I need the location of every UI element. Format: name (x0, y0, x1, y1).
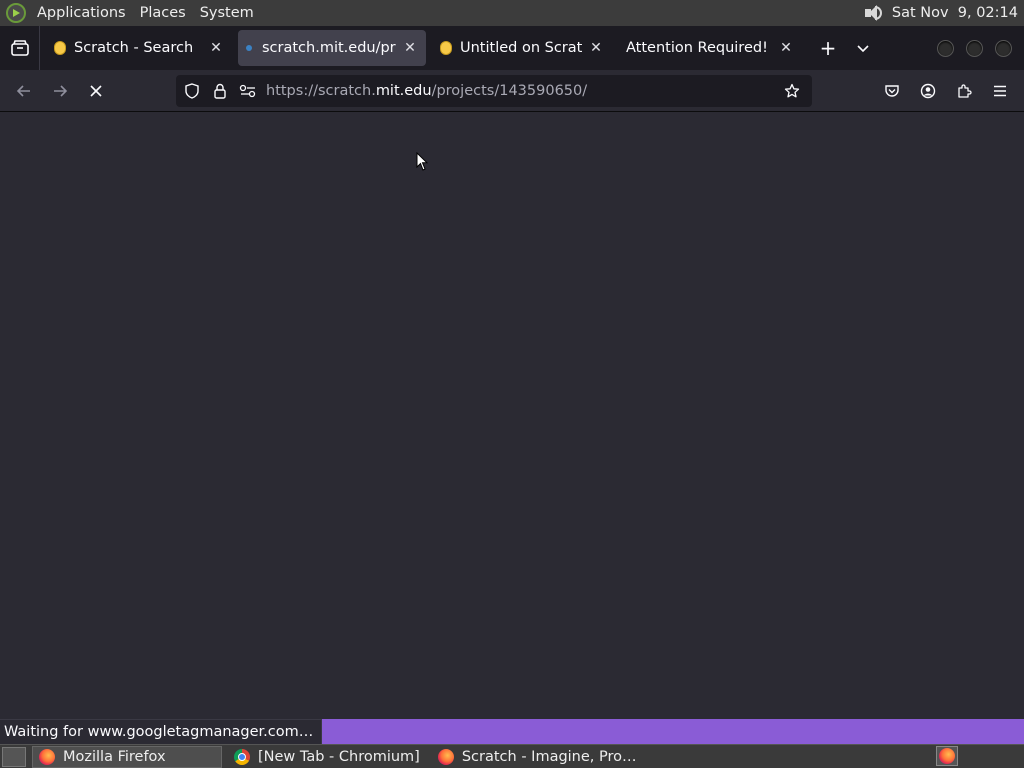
scratch-favicon-icon (440, 41, 452, 55)
scratch-favicon-icon (54, 41, 66, 55)
close-tab-icon[interactable]: ✕ (402, 40, 418, 56)
taskbar-item-label: Scratch - Imagine, Pro… (461, 748, 637, 765)
taskbar-item-label: Mozilla Firefox (63, 748, 166, 765)
status-message: Waiting for www.googletagmanager.com… (0, 719, 322, 744)
close-tab-icon[interactable]: ✕ (588, 40, 604, 56)
show-desktop-button[interactable] (2, 746, 26, 767)
places-menu[interactable]: Places (137, 5, 189, 21)
tracking-protection-shield-icon[interactable] (178, 83, 206, 99)
top-panel: Applications Places System Sat Nov 9, 02… (0, 0, 1024, 26)
stop-icon (90, 84, 102, 97)
clock[interactable]: Sat Nov 9, 02:14 (892, 5, 1018, 21)
pocket-icon (885, 85, 899, 97)
lock-icon[interactable] (206, 83, 234, 99)
account-button[interactable] (910, 75, 946, 107)
close-tab-icon[interactable]: ✕ (778, 40, 794, 56)
app-menu-button[interactable] (982, 75, 1018, 107)
window-controls (937, 39, 1024, 57)
tab-attention-required[interactable]: Attention Required! | Cl ✕ (618, 30, 802, 66)
firefox-icon (437, 748, 454, 765)
permissions-icon[interactable] (234, 84, 262, 98)
status-bar: Waiting for www.googletagmanager.com… (0, 719, 1024, 744)
back-arrow-icon (16, 84, 30, 97)
distro-logo-icon[interactable] (6, 3, 26, 23)
system-menu[interactable]: System (197, 5, 257, 21)
taskbar-item-scratch[interactable]: Scratch - Imagine, Pro… (432, 746, 643, 768)
firefox-view-button[interactable] (0, 26, 40, 70)
tab-title: Untitled on Scratch (460, 40, 582, 56)
url-prefix: https://scratch. (266, 83, 376, 99)
stop-loading-button[interactable] (78, 75, 114, 107)
loading-icon (246, 45, 252, 51)
maximize-button[interactable] (966, 39, 983, 57)
tab-strip: Scratch - Search ✕ scratch.mit.edu/proj … (0, 26, 1024, 70)
tray-firefox-launcher[interactable] (936, 746, 958, 766)
nav-toolbar: https://scratch.mit.edu/projects/1435906… (0, 70, 1024, 112)
back-button[interactable] (6, 75, 42, 107)
taskbar-item-firefox[interactable]: Mozilla Firefox (32, 745, 222, 768)
close-tab-icon[interactable]: ✕ (208, 40, 224, 56)
taskbar-item-chromium[interactable]: [New Tab - Chromium] (228, 746, 426, 768)
page-content[interactable] (0, 112, 1024, 719)
bookmark-star-icon[interactable] (778, 83, 806, 99)
chromium-icon (234, 748, 250, 765)
url-suffix: /projects/143590650/ (431, 83, 588, 99)
taskbar: Mozilla Firefox [New Tab - Chromium] Scr… (0, 744, 1024, 768)
tab-title: scratch.mit.edu/proj (262, 40, 396, 56)
firefox-icon (939, 748, 955, 764)
firefox-view-icon (10, 40, 29, 56)
forward-button[interactable] (42, 75, 78, 107)
volume-icon[interactable] (862, 3, 884, 23)
new-tab-button[interactable]: + (816, 36, 840, 60)
extensions-button[interactable] (946, 75, 982, 107)
toolbar-right (874, 70, 1024, 112)
url-text[interactable]: https://scratch.mit.edu/projects/1435906… (266, 83, 587, 99)
hamburger-menu-icon (994, 85, 1006, 97)
pocket-button[interactable] (874, 75, 910, 107)
list-all-tabs-icon[interactable] (856, 41, 870, 55)
tab-scratch-project[interactable]: scratch.mit.edu/proj ✕ (238, 30, 426, 66)
address-bar[interactable]: https://scratch.mit.edu/projects/1435906… (176, 75, 812, 107)
tab-title: Scratch - Search (74, 40, 194, 56)
puzzle-icon (958, 84, 972, 98)
minimize-button[interactable] (937, 39, 954, 57)
close-window-button[interactable] (995, 39, 1012, 57)
tab-untitled-scratch[interactable]: Untitled on Scratch ✕ (432, 30, 612, 66)
forward-arrow-icon (54, 84, 68, 97)
url-host: mit.edu (375, 83, 432, 99)
mouse-cursor-icon (416, 152, 428, 171)
applications-menu[interactable]: Applications (34, 5, 129, 21)
firefox-icon (39, 748, 55, 765)
account-icon (920, 83, 936, 99)
tab-title: Attention Required! | Cl (626, 40, 772, 56)
tab-scratch-search[interactable]: Scratch - Search ✕ (46, 30, 232, 66)
taskbar-item-label: [New Tab - Chromium] (258, 748, 420, 765)
